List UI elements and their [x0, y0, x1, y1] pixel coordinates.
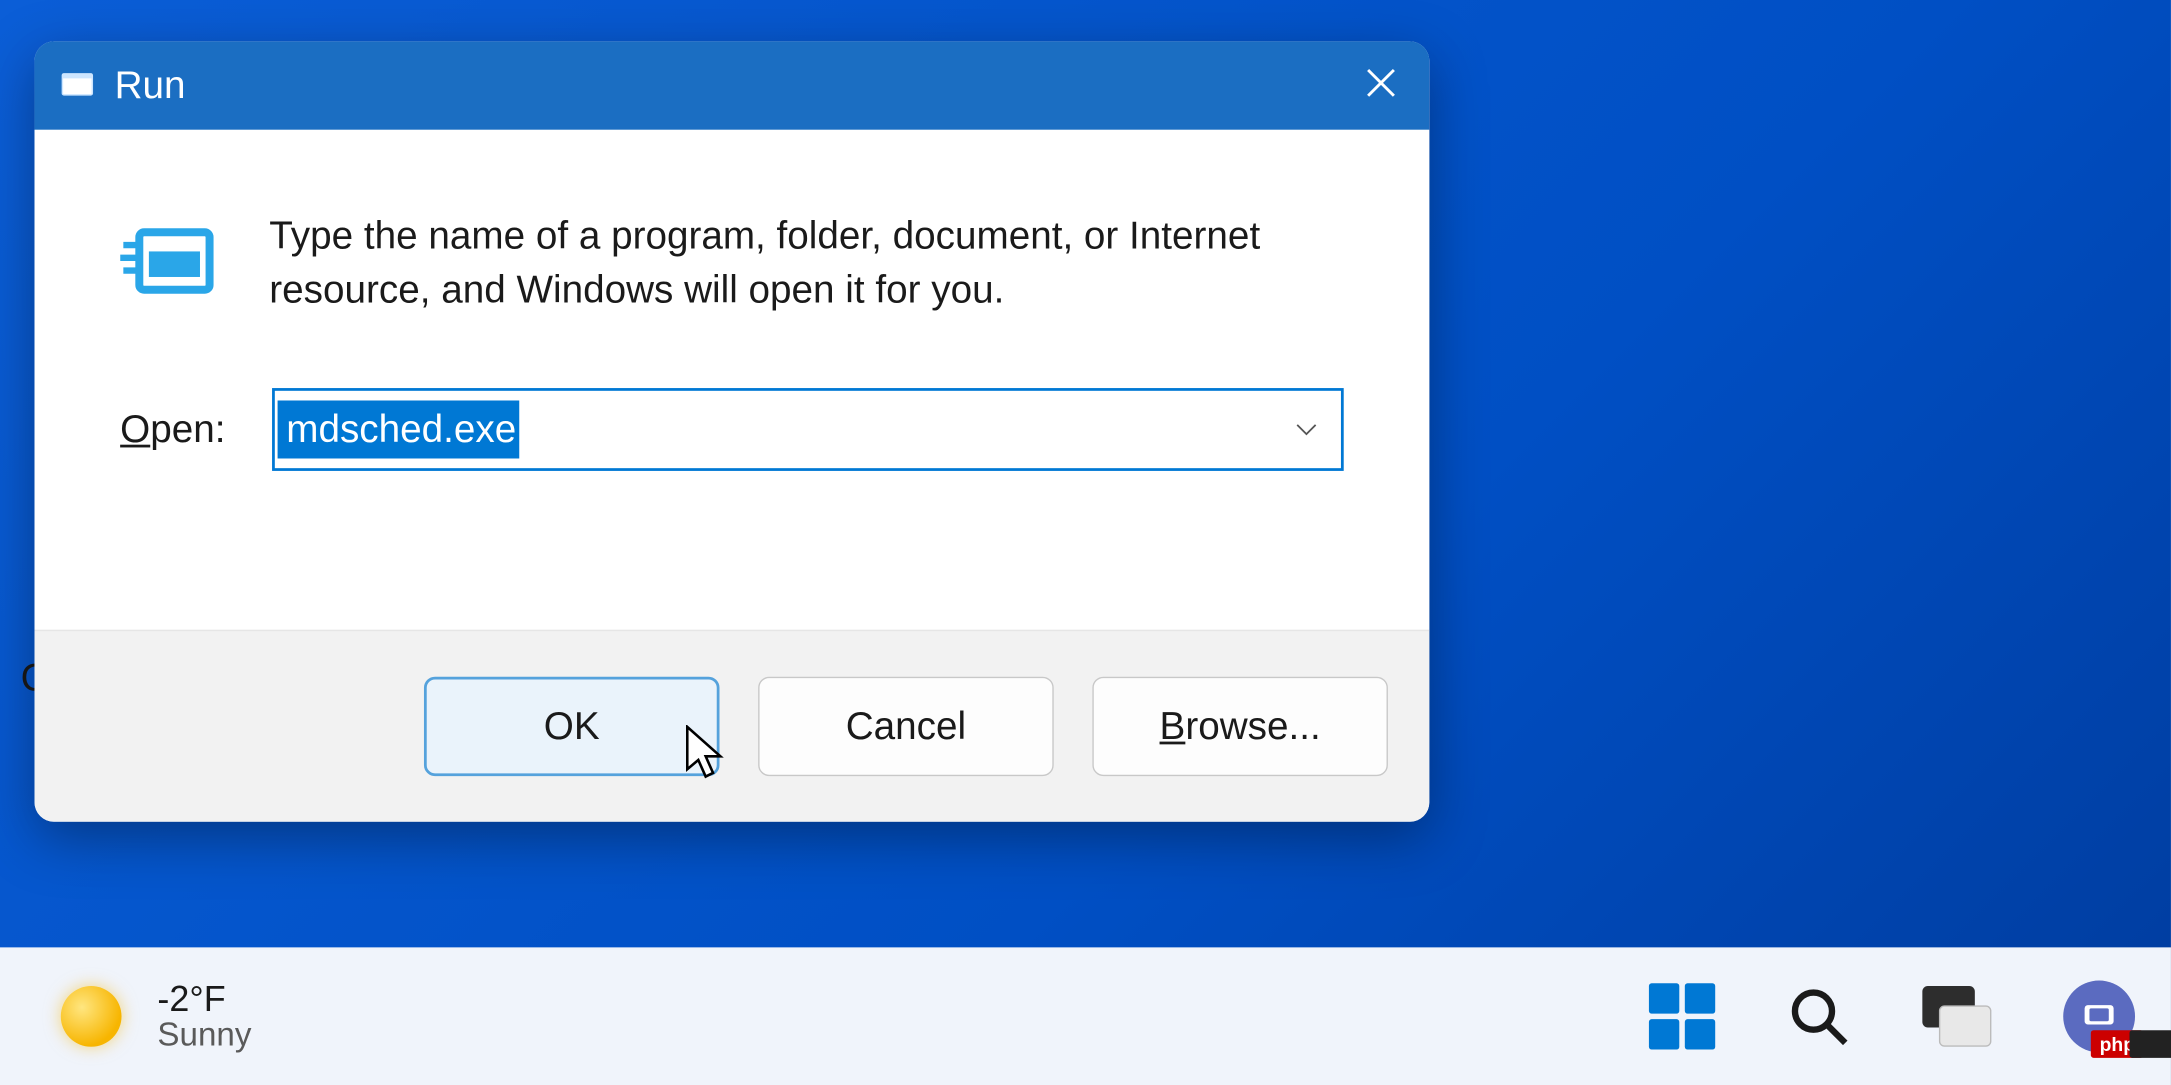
start-button[interactable]: [1649, 983, 1715, 1049]
open-label: Open:: [120, 408, 225, 452]
dialog-description: Type the name of a program, folder, docu…: [269, 210, 1343, 317]
ok-button[interactable]: OK: [424, 677, 720, 776]
weather-temperature: -2°F: [157, 978, 251, 1017]
task-view-button[interactable]: [1922, 986, 1991, 1047]
windows-logo-icon: [1649, 983, 1715, 1049]
open-input-value: mdsched.exe: [278, 401, 519, 459]
titlebar[interactable]: Run: [35, 41, 1430, 129]
dialog-footer: OK Cancel Browse...: [35, 630, 1430, 822]
weather-widget[interactable]: -2°F Sunny: [61, 978, 252, 1054]
desktop-background: Q Run: [0, 0, 2171, 1085]
weather-condition: Sunny: [157, 1018, 251, 1054]
watermark-box: [2130, 1030, 2171, 1058]
task-view-icon: [1922, 986, 1991, 1047]
chevron-down-icon[interactable]: [1291, 415, 1321, 445]
dialog-title: Run: [115, 64, 186, 108]
system-tray: [1649, 981, 2135, 1053]
run-large-icon: [120, 210, 222, 312]
search-icon: [1787, 985, 1851, 1049]
browse-button[interactable]: Browse...: [1092, 677, 1388, 776]
cancel-button[interactable]: Cancel: [758, 677, 1054, 776]
sun-icon: [61, 986, 122, 1047]
taskbar[interactable]: -2°F Sunny: [0, 947, 2171, 1085]
open-combobox[interactable]: mdsched.exe: [272, 388, 1343, 471]
run-dialog: Run Type the name of a program, folder, …: [35, 41, 1430, 821]
dialog-body: Type the name of a program, folder, docu…: [35, 130, 1430, 630]
close-button[interactable]: [1358, 62, 1405, 109]
search-button[interactable]: [1787, 985, 1851, 1049]
run-icon: [59, 64, 95, 107]
titlebar-left: Run: [59, 64, 185, 108]
close-icon: [1362, 63, 1401, 109]
